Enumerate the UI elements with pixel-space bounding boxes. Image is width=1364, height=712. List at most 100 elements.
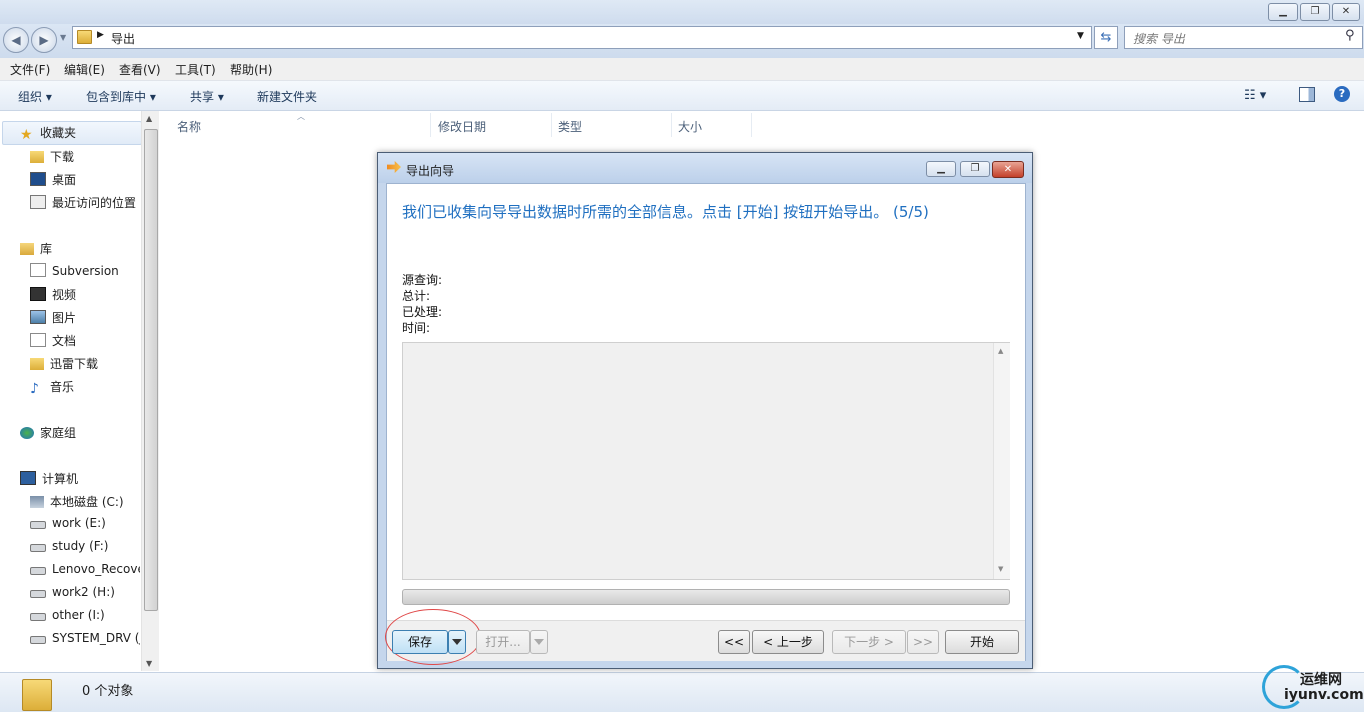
field-source-query: 源查询:: [402, 273, 443, 287]
address-bar[interactable]: ▶ 导出 ▼: [72, 26, 1092, 49]
dialog-restore-button[interactable]: ❐: [960, 161, 990, 177]
scroll-up-icon[interactable]: ▲: [998, 347, 1003, 355]
minimize-button[interactable]: ▁: [1268, 3, 1298, 21]
nav-drive-f[interactable]: study (F:): [30, 539, 140, 559]
preview-pane-icon[interactable]: [1299, 87, 1315, 102]
forward-button[interactable]: ▶: [31, 27, 57, 53]
address-dropdown-icon[interactable]: ▼: [1077, 31, 1084, 41]
column-divider[interactable]: [751, 113, 752, 137]
column-name[interactable]: 名称: [177, 118, 201, 135]
column-modified[interactable]: 修改日期: [438, 118, 486, 135]
chevron-down-icon: [534, 639, 544, 645]
column-size[interactable]: 大小: [678, 118, 702, 135]
recent-places-icon: [30, 195, 46, 209]
navigation-scrollbar[interactable]: ▲ ▼: [141, 111, 159, 671]
nav-drive-e[interactable]: work (E:): [30, 516, 140, 536]
history-dropdown-icon[interactable]: ▼: [60, 33, 66, 42]
desktop-icon: [30, 172, 46, 186]
watermark-title: 运维网: [1300, 672, 1342, 688]
next-button[interactable]: 下一步 >: [832, 630, 906, 654]
minimize-icon: ▁: [937, 163, 945, 174]
log-textarea[interactable]: ▲ ▼: [402, 342, 1010, 580]
back-button[interactable]: ◀: [3, 27, 29, 53]
dialog-button-bar: 保存 打开... << < 上一步 下一步 > >> 开始: [385, 609, 1025, 665]
nav-thunder-downloads[interactable]: 迅雷下载: [30, 355, 140, 375]
nav-subversion[interactable]: Subversion: [30, 263, 140, 283]
nav-drive-i[interactable]: other (I:): [30, 608, 140, 628]
nav-pictures[interactable]: 图片: [30, 309, 140, 329]
dialog-close-button[interactable]: ✕: [992, 161, 1024, 178]
scroll-up-icon[interactable]: ▲: [146, 114, 152, 123]
nav-drive-j[interactable]: SYSTEM_DRV (J: [30, 631, 140, 651]
menu-edit[interactable]: 编辑(E): [64, 61, 105, 78]
nav-computer[interactable]: 计算机: [20, 470, 130, 490]
library-icon: [20, 243, 34, 255]
file-list-header: ︿ 名称 修改日期 类型 大小: [160, 111, 1364, 138]
drive-icon: [30, 613, 46, 621]
drive-icon: [30, 544, 46, 552]
nav-drive-h[interactable]: work2 (H:): [30, 585, 140, 605]
menu-file[interactable]: 文件(F): [10, 61, 50, 78]
nav-recent-places[interactable]: 最近访问的位置: [30, 194, 140, 214]
dialog-body: 我们已收集向导导出数据时所需的全部信息。点击 [开始] 按钮开始导出。 (5/5…: [385, 183, 1026, 665]
search-input[interactable]: 搜索 导出 ⚲: [1124, 26, 1363, 49]
nav-documents[interactable]: 文档: [30, 332, 140, 352]
start-button[interactable]: 开始: [945, 630, 1019, 654]
nav-libraries[interactable]: 库: [20, 240, 130, 260]
breadcrumb-chevron-icon: ▶: [97, 30, 104, 40]
documents-icon: [30, 333, 46, 347]
homegroup-icon: [20, 427, 34, 439]
folder-icon: [77, 30, 92, 44]
save-dropdown-button[interactable]: [448, 630, 466, 654]
open-dropdown-button[interactable]: [530, 630, 548, 654]
first-page-button[interactable]: <<: [718, 630, 750, 654]
drive-icon: [30, 636, 46, 644]
search-icon[interactable]: ⚲: [1345, 28, 1355, 43]
nav-music[interactable]: ♪ 音乐: [30, 378, 140, 398]
sort-ascending-icon: ︿: [297, 112, 305, 121]
dialog-minimize-button[interactable]: ▁: [926, 161, 956, 177]
refresh-icon: ⇆: [1100, 30, 1112, 45]
nav-favorites[interactable]: ★ 收藏夹: [20, 124, 130, 144]
command-toolbar: 组织 ▾ 包含到库中 ▾ 共享 ▾ 新建文件夹 ☷ ▾ ?: [0, 81, 1364, 111]
organize-button[interactable]: 组织 ▾: [18, 88, 52, 105]
nav-homegroup[interactable]: 家庭组: [20, 424, 130, 444]
include-library-button[interactable]: 包含到库中 ▾: [86, 88, 156, 105]
new-folder-button[interactable]: 新建文件夹: [257, 88, 317, 105]
scroll-down-icon[interactable]: ▼: [146, 659, 152, 668]
last-page-button[interactable]: >>: [907, 630, 939, 654]
video-icon: [30, 287, 46, 301]
menu-tools[interactable]: 工具(T): [175, 61, 216, 78]
forward-arrow-icon: ▶: [39, 33, 49, 47]
scroll-thumb[interactable]: [144, 129, 158, 611]
back-arrow-icon: ◀: [11, 33, 21, 47]
restore-icon: ❐: [1310, 6, 1320, 17]
share-button[interactable]: 共享 ▾: [190, 88, 224, 105]
breadcrumb-current[interactable]: 导出: [111, 30, 135, 47]
log-scrollbar[interactable]: ▲ ▼: [993, 343, 1010, 579]
open-button[interactable]: 打开...: [476, 630, 530, 654]
refresh-button[interactable]: ⇆: [1094, 26, 1118, 49]
restore-button[interactable]: ❐: [1300, 3, 1330, 21]
watermark-url: iyunv.com: [1284, 687, 1364, 703]
view-options-icon[interactable]: ☷ ▾: [1244, 88, 1266, 103]
nav-desktop[interactable]: 桌面: [30, 171, 140, 191]
nav-drive-lenovo[interactable]: Lenovo_Recove: [30, 562, 140, 582]
scroll-down-icon[interactable]: ▼: [998, 565, 1003, 573]
nav-drive-c[interactable]: 本地磁盘 (C:): [30, 493, 140, 513]
system-drive-icon: [30, 496, 44, 508]
nav-videos[interactable]: 视频: [30, 286, 140, 306]
column-divider[interactable]: [551, 113, 552, 137]
save-button[interactable]: 保存: [392, 630, 448, 654]
column-divider[interactable]: [671, 113, 672, 137]
menu-view[interactable]: 查看(V): [119, 61, 161, 78]
close-button[interactable]: ✕: [1332, 3, 1360, 21]
nav-downloads[interactable]: 下载: [30, 148, 140, 168]
menu-help[interactable]: 帮助(H): [230, 61, 272, 78]
previous-button[interactable]: < 上一步: [752, 630, 824, 654]
column-type[interactable]: 类型: [558, 118, 582, 135]
column-divider[interactable]: [430, 113, 431, 137]
help-icon[interactable]: ?: [1334, 86, 1350, 102]
drive-icon: [30, 521, 46, 529]
dialog-title: 导出向导: [406, 164, 455, 178]
